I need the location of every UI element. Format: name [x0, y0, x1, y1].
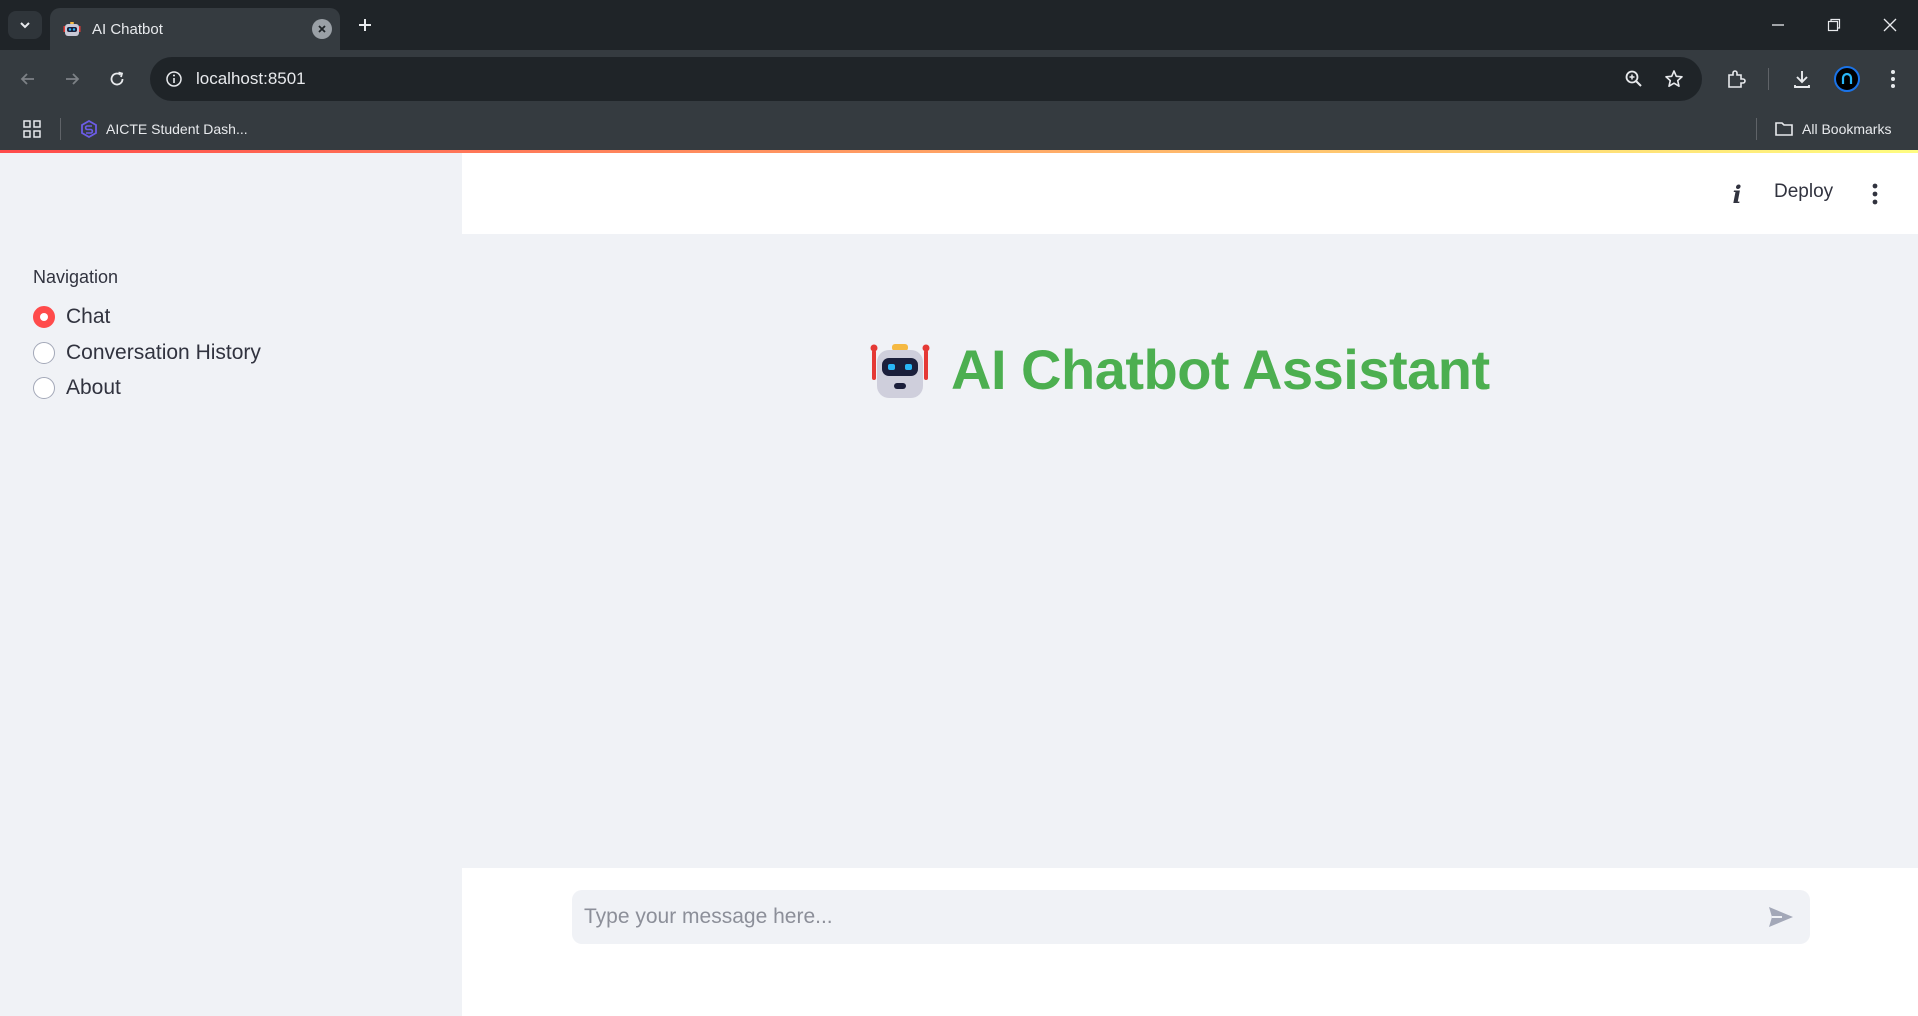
all-bookmarks-button[interactable]: All Bookmarks — [1774, 117, 1891, 141]
chat-message-input[interactable] — [572, 890, 1752, 944]
close-window-button[interactable] — [1870, 10, 1910, 40]
nav-option-label: Conversation History — [66, 341, 261, 364]
reload-button[interactable] — [103, 65, 131, 93]
close-icon — [1883, 18, 1897, 32]
deploy-button[interactable]: Deploy — [1764, 181, 1843, 203]
more-vertical-icon — [1872, 183, 1878, 205]
zoom-button[interactable] — [1622, 67, 1646, 91]
radio-button[interactable] — [33, 377, 55, 399]
all-bookmarks-label: All Bookmarks — [1802, 121, 1892, 137]
apps-button[interactable] — [20, 117, 44, 141]
url-text: localhost:8501 — [196, 69, 306, 88]
bookmark-separator — [60, 118, 61, 140]
zoom-in-icon — [1625, 70, 1642, 87]
nav-option-label: About — [66, 376, 121, 399]
star-icon — [1665, 70, 1683, 87]
folder-icon — [1775, 122, 1793, 136]
back-button[interactable] — [14, 65, 42, 93]
reload-icon — [110, 71, 124, 86]
bookmark-separator — [1756, 118, 1757, 140]
bookmark-star-button[interactable] — [1662, 67, 1686, 91]
nav-option-conversation-history[interactable]: Conversation History — [33, 341, 261, 365]
browser-tab-bar: AI Chatbot — [0, 0, 1918, 50]
bookmark-aicte[interactable]: AICTE Student Dash... — [80, 117, 248, 141]
page-title: AI Chatbot Assistant — [867, 334, 1490, 404]
nav-option-label: Chat — [66, 305, 111, 328]
restore-button[interactable] — [1814, 10, 1854, 40]
chat-input-container — [462, 868, 1918, 1016]
sidebar: Navigation Chat Conversation History Abo… — [0, 153, 462, 1016]
chat-input-box[interactable] — [572, 890, 1810, 944]
grid-icon — [23, 120, 41, 138]
forward-button[interactable] — [58, 65, 86, 93]
app-menu-button[interactable] — [1860, 179, 1890, 209]
puzzle-icon — [1728, 70, 1746, 88]
radio-button-checked[interactable] — [33, 306, 55, 328]
downloads-button[interactable] — [1788, 65, 1816, 93]
more-vertical-icon — [1891, 70, 1895, 88]
info-circle-icon — [166, 71, 182, 87]
nav-option-chat[interactable]: Chat — [33, 305, 110, 329]
browser-toolbar: localhost:8501 — [0, 50, 1918, 108]
navigation-label: Navigation — [33, 267, 119, 287]
radio-button[interactable] — [33, 342, 55, 364]
tab-title: AI Chatbot — [92, 20, 163, 38]
address-bar[interactable]: localhost:8501 — [150, 57, 1702, 101]
app-header: i Deploy — [462, 153, 1918, 234]
arrow-right-icon — [66, 73, 80, 85]
browser-menu-button[interactable] — [1879, 65, 1907, 93]
nav-option-about[interactable]: About — [33, 376, 121, 400]
tab-close-button[interactable] — [312, 19, 332, 39]
extensions-button[interactable] — [1722, 65, 1750, 93]
browser-tab-active[interactable]: AI Chatbot — [50, 8, 340, 50]
chevron-down-icon — [20, 22, 30, 29]
arrow-left-icon — [20, 73, 34, 85]
bookmark-label: AICTE Student Dash... — [106, 121, 248, 137]
site-info-button[interactable] — [162, 67, 186, 91]
minimize-icon — [1772, 24, 1784, 26]
robot-favicon-icon — [63, 22, 81, 36]
tab-search-button[interactable] — [8, 11, 42, 39]
main-content: AI Chatbot Assistant — [462, 234, 1918, 868]
info-icon[interactable]: i — [1724, 180, 1750, 209]
new-tab-button[interactable] — [352, 12, 378, 38]
plus-icon — [359, 19, 371, 31]
toolbar-separator — [1768, 68, 1769, 90]
close-icon — [318, 25, 326, 33]
profile-avatar[interactable] — [1834, 66, 1860, 92]
page-title-text: AI Chatbot Assistant — [951, 337, 1490, 401]
robot-icon — [870, 344, 930, 398]
aicte-logo-icon — [81, 120, 97, 138]
send-icon — [1769, 907, 1793, 927]
minimize-button[interactable] — [1758, 10, 1798, 40]
profile-icon — [1841, 72, 1853, 84]
send-button[interactable] — [1766, 903, 1796, 931]
bookmarks-bar: AICTE Student Dash... All Bookmarks — [0, 108, 1918, 150]
restore-icon — [1827, 18, 1841, 32]
download-icon — [1794, 71, 1810, 88]
